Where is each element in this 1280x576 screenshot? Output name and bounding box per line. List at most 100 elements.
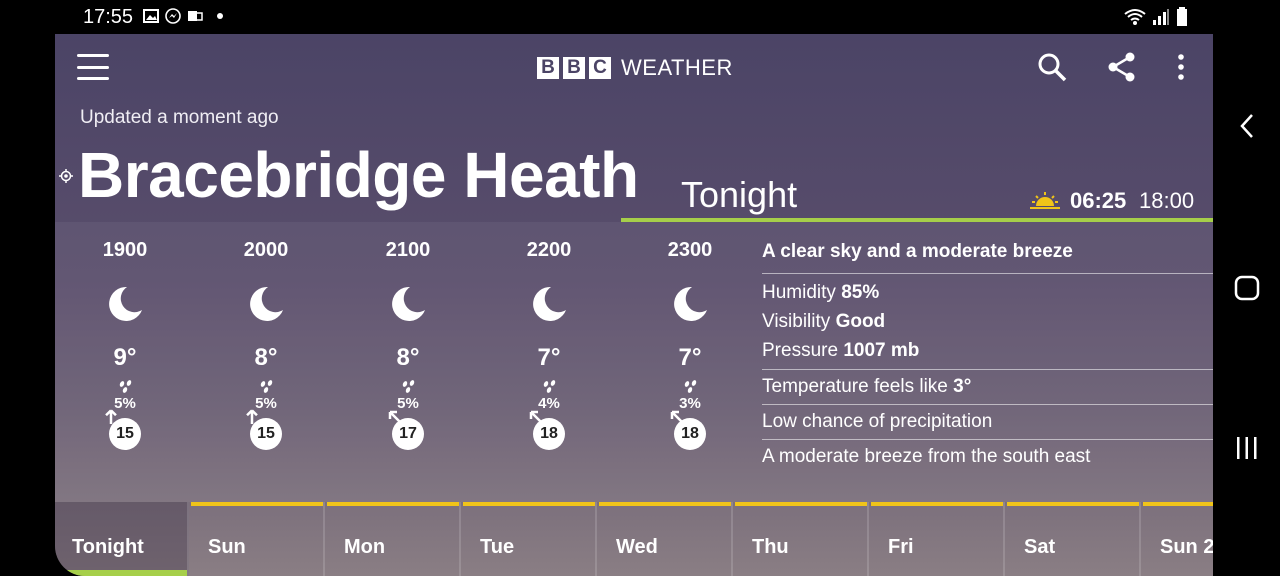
menu-button[interactable] — [77, 52, 109, 82]
hour-column[interactable]: 2000 8° 5% 15 — [221, 239, 311, 450]
visibility-value: Good — [835, 311, 886, 332]
logo-block: B — [563, 57, 585, 79]
hour-precipitation: 5% — [255, 395, 277, 412]
day-tab-label: Sun — [208, 536, 246, 558]
hour-time: 1900 — [102, 239, 148, 261]
signal-icon — [1153, 9, 1169, 25]
battery-icon — [1177, 7, 1187, 26]
feels-like-value: 3° — [953, 376, 972, 397]
raindrops-icon — [543, 380, 556, 393]
forecast-details: A clear sky and a moderate breeze Humidi… — [762, 237, 1213, 474]
wind-direction-arrow-icon — [388, 410, 401, 423]
day-tab-label: Tue — [480, 536, 515, 558]
navigation-bar — [1213, 34, 1280, 576]
logo-block: B — [537, 57, 559, 79]
wind-direction-arrow-icon — [246, 409, 258, 424]
wind-speed: 15 — [257, 425, 275, 442]
status-time: 17:55 — [83, 6, 134, 28]
search-button[interactable] — [1036, 51, 1068, 83]
share-button[interactable] — [1106, 51, 1138, 83]
day-tab-tue[interactable]: Tue — [463, 502, 597, 576]
wind-speed: 17 — [399, 425, 417, 442]
outlook-icon — [188, 11, 203, 21]
hour-time: 2000 — [243, 239, 289, 261]
wifi-icon — [1124, 9, 1146, 25]
recents-icon — [1237, 437, 1257, 459]
hamburger-line — [77, 65, 109, 69]
hour-column[interactable]: 2100 8° 5% 17 — [363, 239, 453, 450]
bbc-weather-logo: B B C WEATHER — [537, 55, 733, 81]
raindrops-icon — [260, 380, 273, 393]
back-button[interactable] — [1229, 108, 1265, 144]
day-tab-wed[interactable]: Wed — [599, 502, 733, 576]
wind-speed-badge: 18 — [529, 410, 565, 450]
visibility-row: Visibility Good — [762, 307, 1213, 336]
day-tab-label: Mon — [344, 536, 386, 558]
hour-precipitation: 5% — [397, 395, 419, 412]
hour-column[interactable]: 2200 7° 4% 18 — [504, 239, 594, 450]
tab-bar — [735, 502, 867, 506]
hour-temperature: 7° — [678, 344, 702, 371]
search-icon — [1038, 53, 1067, 82]
hour-precipitation: 3% — [679, 395, 701, 412]
day-tab-tonight[interactable]: Tonight — [55, 502, 189, 576]
tab-bar — [599, 502, 731, 506]
home-icon — [1234, 275, 1260, 301]
hamburger-line — [77, 77, 109, 80]
weather-summary: A clear sky and a moderate breeze — [762, 237, 1213, 274]
clear-night-moon-icon — [250, 286, 283, 321]
sunrise-time: 06:25 — [1070, 188, 1127, 213]
humidity-row: Humidity 85% — [762, 278, 1213, 307]
day-tab-thu[interactable]: Thu — [735, 502, 869, 576]
hour-temperature: 9° — [113, 344, 137, 371]
forecast-period: Tonight — [681, 174, 798, 215]
current-location-icon — [59, 169, 73, 183]
day-tab-fri[interactable]: Fri — [871, 502, 1005, 576]
logo-word: WEATHER — [621, 55, 733, 80]
tab-bar — [191, 502, 323, 506]
messenger-icon — [165, 8, 181, 24]
clear-night-moon-icon — [674, 286, 707, 321]
visibility-label: Visibility — [762, 311, 831, 332]
tab-bar — [871, 502, 1003, 506]
wind-speed-badge: 18 — [670, 410, 706, 450]
day-tab-mon[interactable]: Mon — [327, 502, 461, 576]
day-tab-label: Sat — [1024, 536, 1056, 558]
day-tab-label: Sun 2 — [1160, 536, 1213, 558]
location-name[interactable]: Bracebridge Heath — [78, 137, 639, 213]
feels-like-label: Temperature feels like — [762, 376, 948, 397]
home-button[interactable] — [1229, 270, 1265, 306]
day-tab-label: Wed — [616, 536, 658, 558]
bbc-weather-app: B B C WEATHER Updated a moment ago Brace… — [55, 34, 1213, 576]
day-tab-label: Fri — [888, 536, 914, 558]
humidity-label: Humidity — [762, 282, 836, 303]
tab-bar — [463, 502, 595, 506]
toolbar: B B C WEATHER — [55, 34, 1213, 100]
more-options-button[interactable] — [1165, 51, 1197, 83]
selected-tab-indicator — [55, 570, 187, 576]
system-icons — [1124, 7, 1188, 27]
notification-icons — [143, 8, 223, 24]
hour-column[interactable]: 2300 7° 3% 18 — [645, 239, 735, 450]
more-notifications-dot — [217, 13, 223, 19]
hamburger-icon — [77, 54, 109, 57]
day-tab-sun-2[interactable]: Sun 2 — [1143, 502, 1213, 576]
wind-text: A moderate breeze from the south east — [762, 446, 1091, 467]
raindrops-icon — [402, 380, 415, 393]
hour-temperature: 7° — [537, 344, 561, 371]
raindrops-icon — [684, 380, 697, 393]
share-icon — [1108, 52, 1135, 82]
hour-time: 2100 — [385, 239, 431, 261]
pressure-row: Pressure 1007 mb — [762, 336, 1213, 365]
wind-speed-badge: 15 — [105, 409, 141, 450]
day-tab-sun[interactable]: Sun — [191, 502, 325, 576]
clear-night-moon-icon — [533, 286, 566, 321]
tab-bar — [1007, 502, 1139, 506]
tab-bar — [1143, 502, 1213, 506]
sunrise-icon — [1030, 192, 1060, 209]
recents-button[interactable] — [1229, 430, 1265, 466]
more-vertical-icon — [1178, 54, 1184, 80]
day-tab-sat[interactable]: Sat — [1007, 502, 1141, 576]
wind-speed-badge: 17 — [388, 410, 424, 450]
hour-column[interactable]: 1900 9° 5% 15 — [80, 239, 170, 450]
